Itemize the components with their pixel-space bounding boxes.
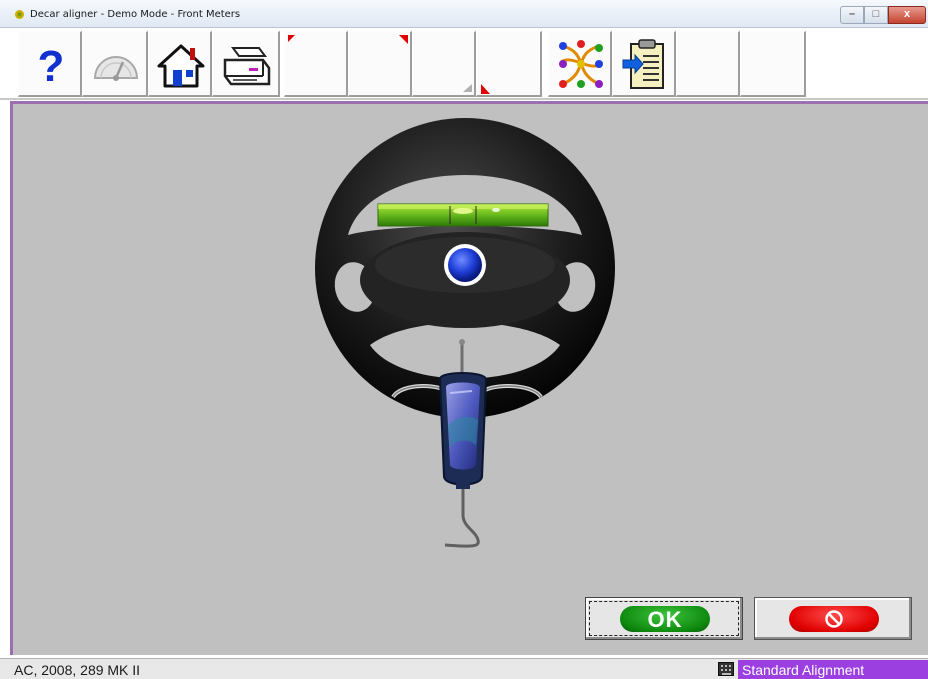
home-button[interactable] [148,31,212,97]
procedure-button[interactable] [548,31,612,97]
cancel-pill [789,606,879,632]
red-corner-bottom-icon [481,84,490,94]
ok-pill: OK [620,606,710,632]
report-button[interactable] [612,31,676,97]
help-button[interactable]: ? [18,31,82,97]
no-entry-icon [825,610,843,628]
close-icon: x [903,8,911,20]
red-corner-top-left-icon [288,35,295,42]
alignment-mode-badge: Standard Alignment [738,660,928,679]
gauge-icon [93,56,139,81]
toolbar-blank-button-2[interactable] [348,31,412,97]
home-icon [157,44,205,88]
toolbar: ? [0,29,928,100]
keyboard-icon [718,662,734,676]
clipboard-icon [622,39,664,89]
toolbar-blank-button-6[interactable] [740,31,806,97]
steering-sensor-icon [438,372,488,489]
question-mark-icon: ? [38,42,65,91]
red-corner-top-right-icon [399,35,408,44]
cancel-button[interactable] [754,597,912,640]
title-bar: Decar aligner - Demo Mode - Front Meters… [0,0,928,28]
bubble-level [377,203,549,227]
minimize-button[interactable]: – [840,6,864,24]
app-icon [15,10,24,19]
toolbar-blank-button-1[interactable] [284,31,348,97]
maximize-button[interactable]: □ [864,6,888,24]
printer-icon [223,47,271,86]
toolbar-blank-button-5[interactable] [676,31,740,97]
close-button[interactable]: x [888,6,926,24]
flowchart-icon [559,40,603,88]
toolbar-blank-button-3[interactable] [412,31,476,97]
toolbar-blank-button-4[interactable] [476,31,542,97]
ok-label: OK [647,607,683,632]
ok-button[interactable]: OK [585,597,743,640]
wheel-hub-icon [444,244,486,286]
steering-wheel-scene [315,118,615,548]
meters-button[interactable] [82,31,148,97]
corner-grip-icon [463,84,472,92]
hook-icon [444,489,480,548]
status-bar: AC, 2008, 289 MK II Standard Alignment [0,658,928,679]
svg-text:?: ? [38,42,65,91]
vehicle-info: AC, 2008, 289 MK II [14,662,141,678]
window-title: Decar aligner - Demo Mode - Front Meters [30,9,241,20]
print-button[interactable] [212,31,280,97]
